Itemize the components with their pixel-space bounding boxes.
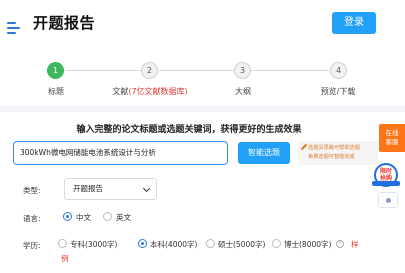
lang-chinese-label: 中文 [76,213,91,222]
float-item-icon [386,198,391,203]
menu-icon[interactable] [7,21,21,35]
help-note-line1: 选题没思路可帮助选题 [308,145,360,151]
page-title: 开题报告 [33,14,96,32]
degree-bachelor-radio[interactable] [138,239,147,248]
online-service-line1: 在线 [385,129,399,137]
step-connector [159,70,235,71]
degree-doctor-label: 博士(8000字) [284,240,332,249]
degree-junior-label: 专科(3000字) [70,240,118,249]
sample-link-part1[interactable]: 样 [351,239,359,250]
generation-form: 输入完整的论文标题或选题关键词，获得更好的生成效果 300kWh微电网储能电池系… [6,112,378,273]
login-button[interactable]: 登录 [332,12,376,34]
pencil-icon [300,143,308,151]
type-label: 类型: [23,186,41,195]
limited-offer-line1: 限时 [379,168,392,175]
degree-master-radio[interactable] [206,239,215,248]
online-service-line2: 客服 [385,138,399,146]
degree-master-label: 硕士(5000字) [218,240,266,249]
lang-chinese-radio[interactable] [63,212,72,221]
lang-english-label: 英文 [116,213,131,222]
topic-input[interactable]: 300kWh微电网储能电池系统设计与分析 [13,141,228,165]
step-2-circle: 2 [141,62,158,79]
degree-doctor-radio[interactable] [272,239,281,248]
help-note-line2: 免费选题可智能完成 [308,154,355,160]
degree-junior-radio[interactable] [58,239,67,248]
step-4-circle: 4 [330,62,347,79]
topic-help-note[interactable]: 选题没思路可帮助选题 免费选题可智能完成 [298,141,378,165]
step-1-label: 标题 [48,87,64,96]
online-service-button[interactable]: 在线 客服 [379,124,405,152]
step-4-label: 预览/下载 [320,87,356,96]
degree-bachelor-label: 本科(4000字) [150,240,198,249]
type-select-value: 开题报告 [73,184,103,193]
language-label: 语言: [23,214,41,223]
step-connector [66,70,144,71]
step-3-circle: 3 [234,62,251,79]
float-toolbar-item[interactable] [378,192,398,208]
degree-label: 学历: [23,241,41,250]
chevron-down-icon [142,184,151,193]
top-header: 开题报告 登录 [0,0,405,46]
type-select[interactable]: 开题报告 [64,178,157,200]
smart-topic-button[interactable]: 智能选题 [238,142,290,164]
lang-english-radio[interactable] [103,212,112,221]
step-1-circle: 1 [47,62,64,79]
step-3-label: 大纲 [235,87,251,96]
step-2-label-extra: (7亿文献数据库) [128,87,188,96]
step-connector [251,70,329,71]
question-icon[interactable]: ? [336,240,344,248]
form-heading: 输入完整的论文标题或选题关键词，获得更好的生成效果 [76,125,302,135]
step-2-label-text: 文献 [112,87,129,96]
step-2-label: 文献(7亿文献数据库) [112,86,187,97]
sample-link-part2[interactable]: 例 [61,253,69,264]
badge-ribbon [372,181,400,186]
